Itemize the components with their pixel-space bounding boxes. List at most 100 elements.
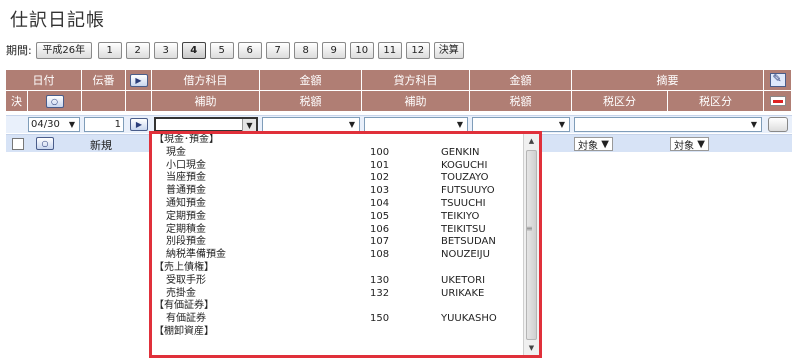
account-kana: UKETORI [441, 274, 486, 286]
list-item[interactable]: 売掛金 132 URIKAKE [152, 288, 525, 301]
list-item[interactable]: 当座預金 102 TOUZAYO [152, 172, 525, 185]
account-kana: TSUUCHI [441, 197, 486, 209]
search-icon[interactable]: ○ [36, 137, 54, 150]
tax-target-select[interactable]: 対象 ▼ [574, 137, 613, 152]
month-button-9[interactable]: 9 [321, 41, 346, 59]
month-button-4[interactable]: 4 [181, 41, 206, 59]
col-search: ○ [28, 91, 82, 111]
chevron-down-icon[interactable]: ▼ [751, 120, 757, 129]
account-code: 108 [370, 249, 390, 261]
expand-row-icon[interactable]: ▶ [130, 118, 148, 131]
month-button-8[interactable]: 8 [293, 41, 318, 59]
list-item[interactable]: 現金 100 GENKIN [152, 147, 525, 160]
account-code: 130 [370, 274, 390, 286]
slip-no-input[interactable]: 1 [84, 117, 124, 132]
chevron-down-icon[interactable]: ▼ [349, 120, 355, 129]
settlement-button[interactable]: 決算 [433, 41, 464, 59]
scroll-thumb[interactable] [526, 150, 537, 340]
scrollbar[interactable]: ▲ ≡ ▼ [523, 134, 539, 355]
month-button-5[interactable]: 5 [209, 41, 234, 59]
credit-account-select[interactable]: ▼ [364, 117, 468, 132]
tax-target-2-select[interactable]: 対象 ▼ [670, 137, 709, 152]
account-name: 別段預金 [166, 236, 206, 248]
month-button-1[interactable]: 1 [97, 41, 122, 59]
amount-select[interactable]: ▼ [262, 117, 360, 132]
account-name: 当座預金 [166, 172, 206, 184]
month-button-7[interactable]: 7 [265, 41, 290, 59]
col-tax-amount-2: 税額 [470, 91, 572, 111]
amount-2-select[interactable]: ▼ [472, 117, 570, 132]
list-group-header: 【売上債権】 [154, 261, 214, 273]
account-kana: URIKAKE [441, 287, 485, 299]
list-group-header: 【有価証券】 [154, 300, 214, 312]
list-item[interactable]: 有価証券 150 YUUKASHO [152, 313, 525, 326]
list-item[interactable]: 小口現金 101 KOGUCHI [152, 160, 525, 173]
delete-row-icon[interactable] [769, 96, 786, 106]
account-kana: NOUZEIJU [441, 249, 490, 261]
chevron-down-icon[interactable]: ▼ [457, 120, 463, 129]
account-code: 150 [370, 313, 390, 325]
col-edit [764, 70, 792, 90]
edit-icon[interactable] [769, 72, 786, 87]
row-action-button[interactable] [768, 117, 788, 132]
list-item[interactable]: 定期預金 105 TEIKIYO [152, 211, 525, 224]
scroll-down-icon[interactable]: ▼ [524, 341, 539, 355]
debit-account-select[interactable]: ▼ [154, 117, 258, 132]
expand-icon[interactable]: ▶ [129, 73, 148, 87]
list-group-header: 【現金･預金】 [154, 134, 219, 145]
chevron-down-icon[interactable]: ▼ [559, 120, 565, 129]
search-icon[interactable]: ○ [45, 94, 64, 108]
list-item[interactable]: 定期積金 106 TEIKITSU [152, 224, 525, 237]
date-input[interactable]: 04/30 ▼ [28, 117, 80, 132]
account-kana: TEIKIYO [441, 210, 480, 222]
list-item[interactable]: 受取手形 130 UKETORI [152, 275, 525, 288]
account-kana: YUUKASHO [441, 313, 497, 325]
page-title: 仕訳日記帳 [10, 10, 105, 31]
new-row-label: 新規 [90, 139, 112, 152]
list-item[interactable]: 納税準備預金 108 NOUZEIJU [152, 249, 525, 262]
account-name: 小口現金 [166, 159, 206, 171]
account-code: 132 [370, 287, 390, 299]
list-group-header: 【棚卸資産】 [154, 325, 214, 337]
month-button-11[interactable]: 11 [377, 41, 402, 59]
account-code: 105 [370, 210, 390, 222]
account-name: 現金 [166, 146, 186, 158]
decision-checkbox[interactable] [12, 138, 24, 150]
month-button-10[interactable]: 10 [349, 41, 374, 59]
account-kana: GENKIN [441, 146, 480, 158]
list-item[interactable]: 普通預金 103 FUTSUUYO [152, 185, 525, 198]
account-kana: KOGUCHI [441, 159, 488, 171]
account-kana: BETSUDAN [441, 236, 496, 248]
col-blank-2 [126, 91, 152, 111]
account-code: 102 [370, 172, 390, 184]
month-button-6[interactable]: 6 [237, 41, 262, 59]
col-decision: 決 [6, 91, 28, 111]
month-button-12[interactable]: 12 [405, 41, 430, 59]
account-name: 定期預金 [166, 210, 206, 222]
scroll-up-icon[interactable]: ▲ [524, 134, 539, 148]
account-name: 受取手形 [166, 274, 206, 286]
account-name: 有価証券 [166, 313, 206, 325]
col-delete [764, 91, 792, 111]
date-value: 04/30 [31, 119, 60, 130]
period-selector: 期間: 平成26年 1 2 3 4 5 6 7 8 9 10 11 12 決算 [6, 41, 468, 59]
account-name: 通知預金 [166, 197, 206, 209]
account-name: 納税準備預金 [166, 249, 226, 261]
list-item[interactable]: 別段預金 107 BETSUDAN [152, 236, 525, 249]
account-code: 104 [370, 197, 390, 209]
description-select[interactable]: ▼ [574, 117, 762, 132]
period-label: 期間: [6, 44, 32, 57]
account-code: 103 [370, 185, 390, 197]
col-credit-account: 貸方科目 [362, 70, 470, 90]
list-item[interactable]: 通知預金 104 TSUUCHI [152, 198, 525, 211]
header-row-2: 決 ○ 補助 税額 補助 税額 税区分 税区分 [6, 91, 792, 111]
chevron-down-icon[interactable]: ▼ [69, 120, 75, 129]
year-button[interactable]: 平成26年 [35, 41, 92, 59]
col-debit-account: 借方科目 [152, 70, 260, 90]
account-name: 定期積金 [166, 223, 206, 235]
month-button-3[interactable]: 3 [153, 41, 178, 59]
month-button-2[interactable]: 2 [125, 41, 150, 59]
chevron-down-icon: ▼ [601, 138, 609, 150]
col-sub-account: 補助 [152, 91, 260, 111]
account-dropdown-list[interactable]: 【現金･預金】現金 100 GENKIN 小口現金 101 KOGUCHI 当座預金 102 T… [149, 131, 542, 358]
